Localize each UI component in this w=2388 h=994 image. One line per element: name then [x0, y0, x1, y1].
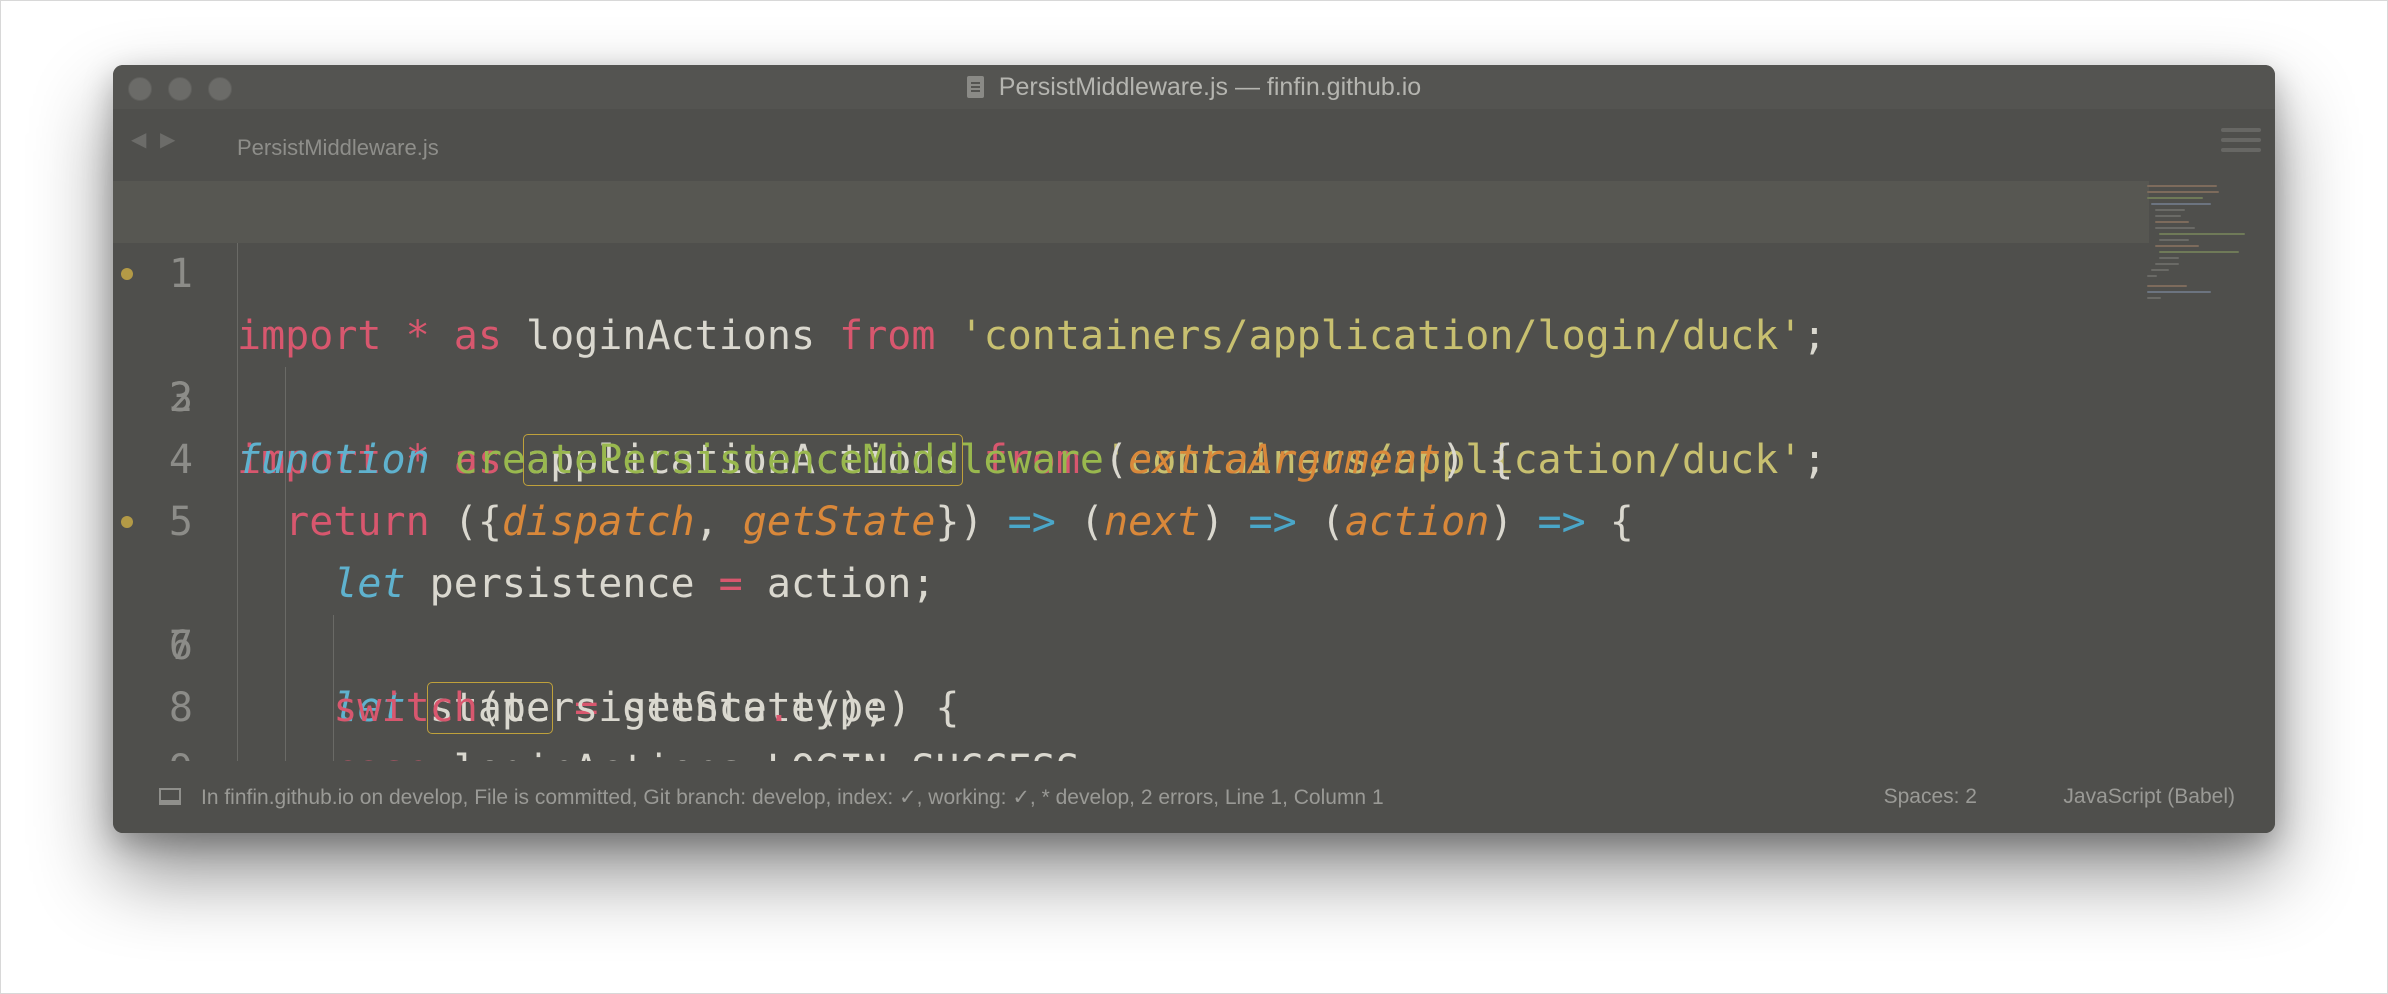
minimap-line — [2159, 233, 2245, 235]
tab-nav-arrows[interactable]: ◀ ▶ — [131, 127, 179, 152]
code-line[interactable]: 3 function createPersistenceMiddleware(e… — [113, 305, 2149, 483]
minimap-line — [2147, 297, 2161, 299]
line-code: case loginActions.LOGIN_SUCCESS: — [237, 739, 1104, 761]
minimap-line — [2155, 209, 2185, 211]
minimap-line — [2159, 251, 2239, 253]
document-icon — [966, 76, 984, 98]
minimap-line — [2151, 203, 2211, 205]
status-bar: In finfin.github.io on develop, File is … — [113, 761, 2275, 833]
modified-line-marker — [121, 516, 133, 528]
minimap-line — [2155, 215, 2181, 217]
panel-toggle-icon[interactable] — [159, 788, 181, 805]
editor-window: PersistMiddleware.js — finfin.github.io … — [113, 65, 2275, 833]
modified-line-marker — [121, 268, 133, 280]
minimap-line — [2151, 269, 2169, 271]
minimap[interactable] — [2147, 185, 2257, 345]
code-line[interactable]: 6 let state = getState(); — [113, 491, 2149, 734]
minimap-line — [2147, 275, 2157, 277]
minimap-line — [2155, 263, 2179, 265]
code-line[interactable]: 5 let persistence = action; — [113, 429, 2149, 607]
code-editor[interactable]: 1 import * as loginActions from 'contain… — [113, 181, 2149, 761]
code-line[interactable]: 8 case loginActions.LOGIN_SUCCESS: — [113, 615, 2149, 761]
title-bar[interactable]: PersistMiddleware.js — finfin.github.io — [113, 65, 2275, 109]
code-line[interactable]: 7 switch(persistence.type) { — [113, 553, 2149, 731]
minimap-line — [2147, 197, 2203, 199]
status-text: In finfin.github.io on develop, File is … — [201, 786, 1384, 809]
indentation-setting[interactable]: Spaces: 2 — [1884, 785, 1977, 809]
window-title: PersistMiddleware.js — finfin.github.io — [113, 65, 2275, 109]
minimap-line — [2147, 285, 2187, 287]
menu-icon[interactable] — [2221, 128, 2261, 156]
minimap-line — [2159, 239, 2189, 241]
line-number: 9 — [113, 739, 193, 761]
tab-persistmiddleware[interactable]: PersistMiddleware.js — [237, 135, 439, 161]
code-line[interactable]: 1 import * as loginActions from 'contain… — [113, 181, 2149, 359]
window-title-text: PersistMiddleware.js — finfin.github.io — [998, 72, 1422, 101]
minimap-line — [2155, 221, 2189, 223]
minimap-line — [2147, 185, 2217, 187]
syntax-selector[interactable]: JavaScript (Babel) — [2063, 785, 2235, 809]
minimap-line — [2147, 191, 2219, 193]
minimap-line — [2155, 227, 2195, 229]
minimap-line — [2159, 257, 2179, 259]
code-line[interactable]: 2 import * as applicationActions from 'c… — [113, 243, 2149, 486]
code-line[interactable]: 4 return ({dispatch, getState}) => (next… — [113, 367, 2149, 545]
minimap-line — [2155, 245, 2199, 247]
code-line[interactable]: 9 window.localStorage.setItem('loginStat… — [113, 677, 2149, 761]
minimap-line — [2147, 291, 2211, 293]
